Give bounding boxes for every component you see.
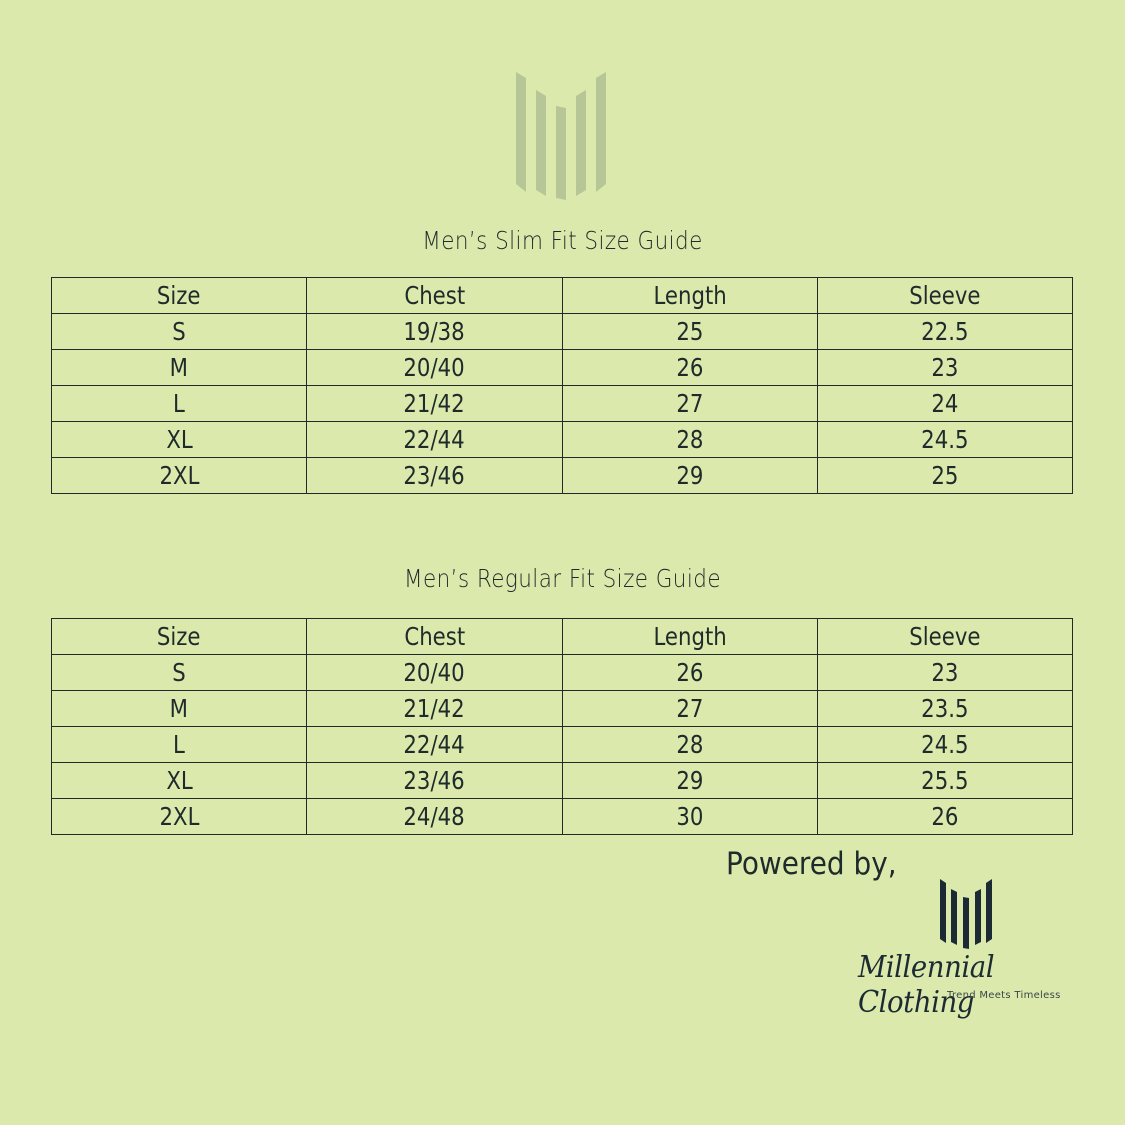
cell-length: 30 — [561, 798, 818, 835]
cell-length: 29 — [561, 762, 818, 799]
cell-sleeve: 24 — [816, 385, 1074, 422]
regular-fit-title: Men’s Regular Fit Size Guide — [403, 564, 722, 593]
cell-length: 28 — [561, 421, 818, 458]
cell-sleeve: 23.5 — [816, 690, 1074, 727]
cell-sleeve: 24.5 — [816, 726, 1074, 763]
cell-size: S — [50, 654, 308, 691]
cell-sleeve: 24.5 — [816, 421, 1074, 458]
brand-tagline: Trend Meets Timeless — [947, 990, 1061, 1001]
cell-chest: 24/48 — [306, 798, 563, 835]
table-row: 2XL 24/48 30 26 — [50, 798, 1074, 835]
table-row: S 19/38 25 22.5 — [50, 313, 1074, 350]
brand-logo-icon — [516, 72, 606, 200]
brand-name: Millennial Clothing — [858, 950, 995, 1020]
powered-by-label: Powered by, — [726, 846, 897, 882]
cell-sleeve: 25 — [816, 457, 1074, 494]
cell-length: 26 — [561, 654, 818, 691]
table-header-row: Size Chest Length Sleeve — [50, 277, 1074, 314]
table-row: L 22/44 28 24.5 — [50, 726, 1074, 763]
cell-chest: 21/42 — [306, 385, 563, 422]
cell-length: 25 — [561, 313, 818, 350]
table-row: M 20/40 26 23 — [50, 349, 1074, 386]
table-row: M 21/42 27 23.5 — [50, 690, 1074, 727]
slim-fit-size-table: Size Chest Length Sleeve S 19/38 25 22.5… — [50, 277, 1074, 494]
cell-size: M — [50, 690, 308, 727]
slim-fit-title: Men’s Slim Fit Size Guide — [422, 226, 703, 255]
column-header-length: Length — [561, 618, 818, 655]
cell-sleeve: 26 — [816, 798, 1074, 835]
cell-size: M — [50, 349, 308, 386]
column-header-sleeve: Sleeve — [816, 277, 1074, 314]
cell-chest: 22/44 — [306, 421, 563, 458]
cell-sleeve: 23 — [816, 349, 1074, 386]
cell-size: XL — [50, 421, 308, 458]
cell-size: S — [50, 313, 308, 350]
column-header-size: Size — [50, 618, 308, 655]
table-header-row: Size Chest Length Sleeve — [50, 618, 1074, 655]
cell-chest: 22/44 — [306, 726, 563, 763]
column-header-chest: Chest — [306, 618, 563, 655]
table-row: XL 22/44 28 24.5 — [50, 421, 1074, 458]
cell-chest: 19/38 — [306, 313, 563, 350]
column-header-chest: Chest — [306, 277, 563, 314]
column-header-length: Length — [561, 277, 818, 314]
cell-chest: 20/40 — [306, 349, 563, 386]
cell-sleeve: 23 — [816, 654, 1074, 691]
cell-sleeve: 22.5 — [816, 313, 1074, 350]
cell-size: XL — [50, 762, 308, 799]
table-row: L 21/42 27 24 — [50, 385, 1074, 422]
cell-chest: 20/40 — [306, 654, 563, 691]
cell-size: 2XL — [50, 457, 308, 494]
column-header-size: Size — [50, 277, 308, 314]
cell-length: 26 — [561, 349, 818, 386]
cell-size: L — [50, 726, 308, 763]
cell-sleeve: 25.5 — [816, 762, 1074, 799]
cell-length: 27 — [561, 690, 818, 727]
column-header-sleeve: Sleeve — [816, 618, 1074, 655]
brand-logo-icon — [940, 879, 992, 949]
table-row: XL 23/46 29 25.5 — [50, 762, 1074, 799]
cell-chest: 23/46 — [306, 457, 563, 494]
cell-chest: 21/42 — [306, 690, 563, 727]
cell-chest: 23/46 — [306, 762, 563, 799]
table-row: 2XL 23/46 29 25 — [50, 457, 1074, 494]
cell-length: 29 — [561, 457, 818, 494]
cell-length: 27 — [561, 385, 818, 422]
regular-fit-size-table: Size Chest Length Sleeve S 20/40 26 23 M… — [50, 618, 1074, 835]
cell-size: L — [50, 385, 308, 422]
table-row: S 20/40 26 23 — [50, 654, 1074, 691]
cell-size: 2XL — [50, 798, 308, 835]
cell-length: 28 — [561, 726, 818, 763]
